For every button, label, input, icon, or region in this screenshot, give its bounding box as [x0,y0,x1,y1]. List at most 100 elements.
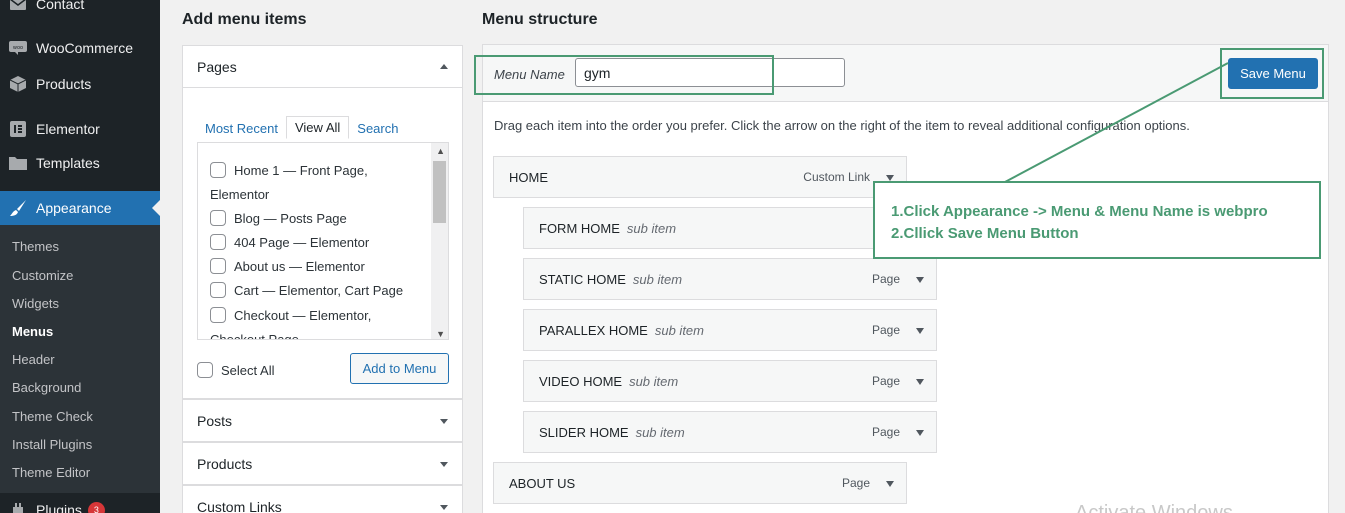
tab-view-all[interactable]: View All [285,116,350,139]
select-all-box[interactable] [197,362,213,378]
submenu-item-theme-check[interactable]: Theme Check [12,409,93,424]
plugin-icon [0,502,36,513]
list-item[interactable]: Blog — Posts Page [210,207,425,231]
page-name: Home 1 [234,163,280,178]
page-name: Cart [234,283,259,298]
page-checkbox[interactable] [210,282,226,298]
page-checkbox[interactable] [210,210,226,226]
page-checkbox[interactable] [210,162,226,178]
custom-links-accordion[interactable]: Custom Links [182,485,463,513]
list-item[interactable]: Home 1 — Front Page, Elementor [210,159,425,207]
add-to-menu-button[interactable]: Add to Menu [350,353,449,384]
products-accordion-header[interactable]: Products [183,443,462,485]
sidebar-item-contact[interactable]: Contact [0,0,160,21]
tab-most-recent[interactable]: Most Recent [197,118,286,139]
menu-item-subtitle: sub item [629,373,679,389]
menu-item-subtitle: sub item [626,220,677,236]
expand-arrow-icon[interactable] [916,328,924,334]
sidebar-item-woocommerce[interactable]: woo WooCommerce [0,31,160,65]
sidebar-item-templates[interactable]: Templates [0,146,160,180]
submenu-item-install-plugins[interactable]: Install Plugins [12,437,92,452]
submenu-item-menus[interactable]: Menus [12,324,53,339]
submenu-item-themes[interactable]: Themes [12,239,59,254]
menu-structure-title: Menu structure [482,11,598,28]
menu-item-type: Page [871,425,900,439]
scroll-up-arrow-icon[interactable]: ▲ [436,146,445,156]
expand-arrow-icon[interactable] [916,277,924,283]
sidebar-item-label: Contact [36,0,85,12]
paintbrush-icon [0,199,36,217]
posts-accordion-title: Posts [197,413,233,429]
page-meta: — Elementor [288,259,365,274]
pages-accordion: Pages Most Recent View All Search Home 1… [182,45,463,399]
sidebar-item-products[interactable]: Products [0,67,160,101]
submenu-item-theme-editor[interactable]: Theme Editor [12,465,90,480]
page-meta: Elementor [210,187,270,202]
menu-item-subtitle: sub item [632,271,683,287]
save-button-highlight [1220,48,1324,99]
sidebar-item-appearance[interactable]: Appearance [0,191,160,225]
annotation-callout: 1.Click Appearance -> Menu & Menu Name i… [873,181,1321,259]
page-meta: — Elementor, [292,308,372,323]
activate-windows-watermark: Activate Windows [1075,502,1233,513]
page-name: Blog [234,211,261,226]
expand-arrow-icon[interactable] [916,430,924,436]
menu-name-highlight [474,55,774,95]
submenu-item-header[interactable]: Header [12,352,55,367]
add-menu-items-title: Add menu items [182,11,307,28]
menu-item-title: FORM HOME [539,220,620,236]
menu-item-subtitle: sub item [635,424,685,440]
menu-item-parallex-home[interactable]: PARALLEX HOME sub item Page [523,309,937,351]
menu-item-home[interactable]: HOME Custom Link [493,156,907,198]
sidebar-item-elementor[interactable]: Elementor [0,112,160,146]
menu-item-about-us[interactable]: ABOUT US Page [493,462,907,504]
products-accordion[interactable]: Products [182,442,463,485]
caret-down-icon[interactable] [440,504,448,510]
caret-down-icon[interactable] [440,418,448,424]
update-count-badge: 3 [87,501,105,513]
sidebar-item-plugins[interactable]: Plugins 3 [0,493,160,513]
list-item[interactable]: 404 Page — Elementor [210,231,425,255]
menu-item-title: STATIC HOME [539,271,626,287]
page-meta: — Front Page, [283,163,368,178]
menu-item-static-home[interactable]: STATIC HOME sub item Page [523,258,937,300]
submenu-item-customize[interactable]: Customize [12,268,73,283]
posts-accordion-header[interactable]: Posts [183,400,462,442]
page-checkbox[interactable] [210,234,226,250]
drag-instructions: Drag each item into the order you prefer… [494,118,1190,133]
box-icon [0,76,36,92]
submenu-item-background[interactable]: Background [12,380,81,395]
folder-icon [0,156,36,170]
list-item[interactable]: About us — Elementor [210,255,425,279]
tab-search[interactable]: Search [349,118,406,139]
sidebar-item-label: Appearance [36,200,112,216]
caret-down-icon[interactable] [440,461,448,467]
expand-arrow-icon[interactable] [916,379,924,385]
annotation-step-2: 2.Cllick Save Menu Button [891,225,1079,242]
page-checkbox[interactable] [210,258,226,274]
submenu-item-widgets[interactable]: Widgets [12,296,59,311]
menu-item-type: Page [841,476,870,490]
page-meta: — Elementor [293,235,370,250]
caret-up-icon[interactable] [440,64,448,69]
sidebar-item-label: Products [36,76,92,92]
list-item[interactable]: Cart — Elementor, Cart Page [210,279,425,303]
svg-text:woo: woo [13,45,23,51]
scroll-down-arrow-icon[interactable]: ▼ [436,329,445,339]
page-checkbox[interactable] [210,307,226,323]
admin-sidebar: Contact woo WooCommerce Products Element… [0,0,160,513]
posts-accordion[interactable]: Posts [182,399,463,442]
expand-arrow-icon[interactable] [886,481,894,487]
select-all-checkbox[interactable]: Select All [197,362,274,378]
menu-item-title: SLIDER HOME [539,424,629,440]
menu-item-slider-home[interactable]: SLIDER HOME sub item Page [523,411,937,453]
list-item[interactable]: Checkout — Elementor, Checkout Page [210,304,425,339]
list-scrollbar[interactable]: ▲ ▼ [431,143,448,339]
menu-item-form-home[interactable]: FORM HOME sub item [523,207,875,249]
scroll-thumb[interactable] [433,161,446,223]
custom-links-accordion-header[interactable]: Custom Links [183,486,462,513]
pages-accordion-header[interactable]: Pages [183,46,462,88]
menu-item-title: PARALLEX HOME [539,322,648,338]
sidebar-item-label: Elementor [36,121,100,137]
menu-item-video-home[interactable]: VIDEO HOME sub item Page [523,360,937,402]
